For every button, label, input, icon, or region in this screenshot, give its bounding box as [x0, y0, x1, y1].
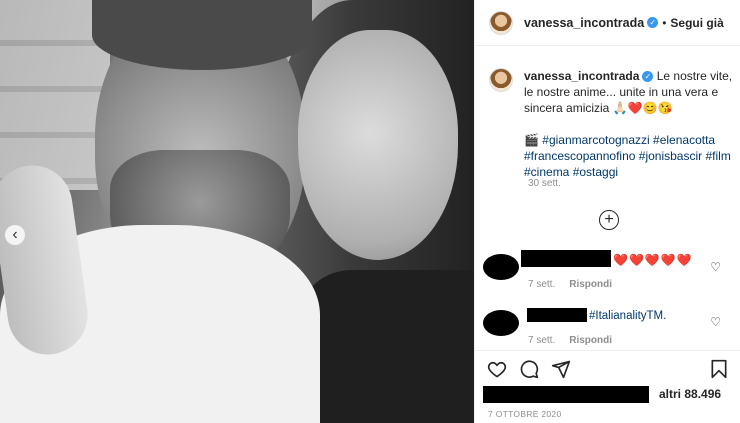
hashtag-link[interactable]: #francescopannofino: [524, 149, 635, 163]
post-date: 7 OTTOBRE 2020: [488, 409, 562, 419]
likes-row[interactable]: altri 88.496: [483, 386, 733, 404]
caption-username[interactable]: vanessa_incontrada: [524, 69, 639, 83]
hashtag-link[interactable]: #cinema: [524, 165, 569, 179]
caption-hashtags: 🎬 #gianmarcotognazzi #elenacotta #france…: [524, 132, 735, 180]
caption-verified-icon: ✓: [642, 71, 654, 83]
caption-time: 30 sett.: [528, 178, 561, 189]
comment-icon[interactable]: [519, 359, 539, 379]
post-header: vanessa_incontrada ✓ • Segui già: [475, 0, 740, 46]
hashtag-link[interactable]: #gianmarcotognazzi: [542, 133, 649, 147]
likes-count[interactable]: altri 88.496: [659, 387, 721, 401]
like-comment-icon[interactable]: ♡: [710, 315, 721, 329]
woman-arm: [0, 160, 93, 360]
verified-icon: ✓: [647, 17, 659, 28]
caption-avatar[interactable]: [489, 68, 513, 92]
header-username[interactable]: vanessa_incontrada: [524, 16, 644, 30]
heart-icon[interactable]: [487, 359, 507, 379]
load-more-comments-button[interactable]: +: [599, 210, 619, 230]
post-sidebar: vanessa_incontrada ✓ • Segui già vanessa…: [474, 0, 740, 423]
chevron-left-icon: ‹: [12, 226, 18, 243]
liker-name-redacted: [483, 386, 649, 403]
comment-time: 7 sett.: [528, 335, 556, 346]
reply-button[interactable]: Rispondi: [569, 279, 612, 290]
bookmark-icon[interactable]: [709, 359, 729, 379]
caption: vanessa_incontrada ✓ Le nostre vite, le n…: [489, 68, 735, 180]
hashtag-link[interactable]: #film: [705, 149, 730, 163]
woman-face: [298, 30, 458, 260]
hashtag-link[interactable]: #ostaggi: [573, 165, 618, 179]
comment-username-redacted: [521, 250, 611, 267]
comment-text: ❤️❤️❤️❤️❤️: [613, 253, 693, 267]
film-emoji: 🎬: [524, 133, 539, 147]
hashtag-link[interactable]: #jonisbascir: [639, 149, 702, 163]
comment-avatar-redacted: [483, 254, 519, 280]
separator-dot: •: [662, 15, 667, 30]
action-bar: [475, 350, 740, 386]
hashtag-link[interactable]: #elenacotta: [653, 133, 715, 147]
reply-button[interactable]: Rispondi: [569, 335, 612, 346]
comment-avatar-redacted: [483, 310, 519, 336]
comment-text[interactable]: #ItalianalityTM.: [589, 310, 666, 322]
caption-body: vanessa_incontrada ✓ Le nostre vite, le n…: [524, 68, 735, 180]
woman-dress: [300, 270, 474, 423]
plus-icon: +: [604, 211, 614, 228]
like-comment-icon[interactable]: ♡: [710, 260, 721, 274]
following-button[interactable]: Segui già: [670, 16, 723, 30]
comment-username-redacted: [527, 308, 587, 322]
post-photo[interactable]: ‹: [0, 0, 474, 423]
comment-time: 7 sett.: [528, 279, 556, 290]
previous-photo-button[interactable]: ‹: [5, 225, 25, 245]
man-hair: [92, 0, 312, 70]
comment-meta: 7 sett. Rispondi: [528, 335, 612, 346]
avatar[interactable]: [489, 10, 513, 35]
comment-meta: 7 sett. Rispondi: [528, 279, 612, 290]
share-icon[interactable]: [551, 359, 571, 379]
